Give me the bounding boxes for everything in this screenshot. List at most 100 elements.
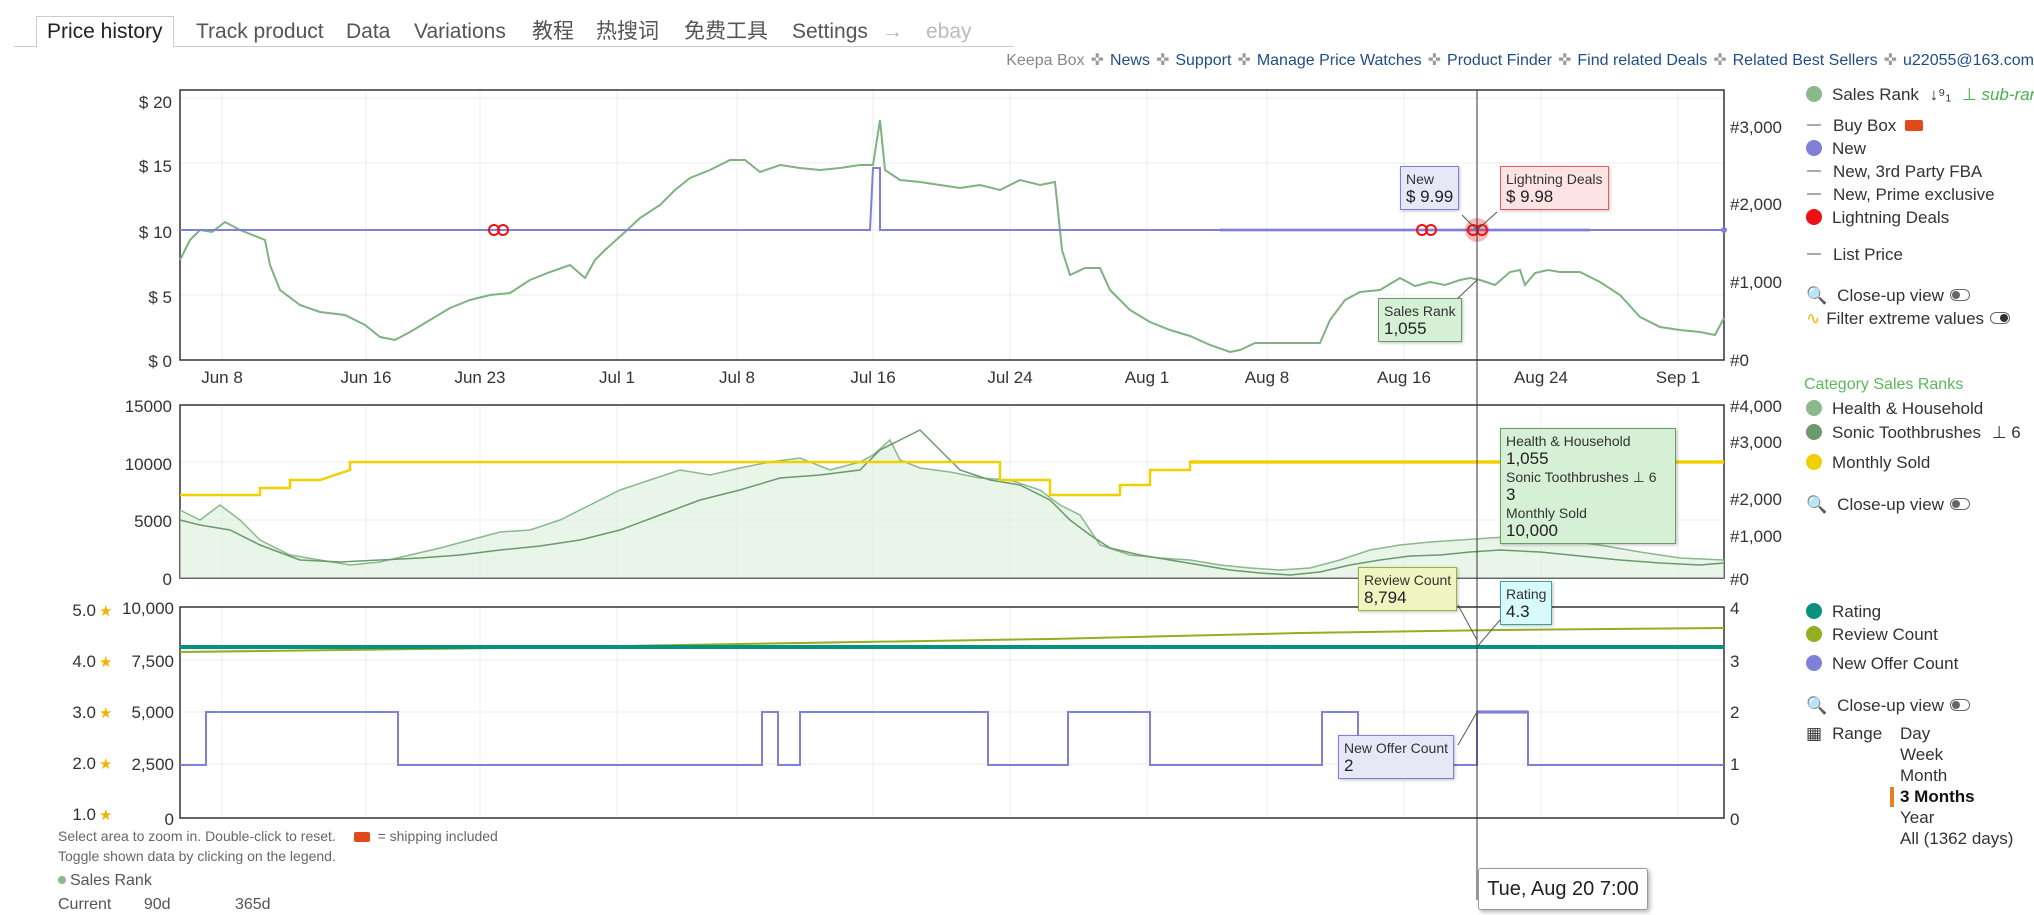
range-month[interactable]: Month xyxy=(1900,766,1947,786)
tooltip-label: Sonic Toothbrushes xyxy=(1506,469,1629,485)
sold-axis-tick: 5000 xyxy=(134,512,172,531)
review-axis-tick: 0 xyxy=(165,810,174,829)
price-panel: $ 20 $ 15 $ 10 $ 5 $ 0 #3,000 #2,000 #1,… xyxy=(139,89,1782,387)
date-axis-label: Jun 23 xyxy=(454,368,505,387)
rating-tooltip: Rating 4.3 xyxy=(1500,581,1553,625)
new-price-marker xyxy=(1721,227,1727,233)
sales-rank-line xyxy=(179,119,1725,354)
cat-rank-axis-tick: #2,000 xyxy=(1730,490,1782,509)
zoom-hint: Select area to zoom in. Double-click to … xyxy=(58,828,498,844)
legend-sales-rank[interactable]: Sales Rank ↓⁹₁ ⊥ sub-ranks xyxy=(1804,85,2034,105)
magnifier-icon: 🔍 xyxy=(1806,286,1828,305)
legend-lightning-deals[interactable]: Lightning Deals xyxy=(1804,208,1949,228)
tooltip-value: 10,000 xyxy=(1506,521,1558,540)
closeup-toggle-2[interactable]: 🔍 Close-up view xyxy=(1804,495,1970,515)
toggle-switch-icon[interactable] xyxy=(1949,498,1970,510)
rating-axis-tick: 2.0 xyxy=(72,754,96,773)
range-selected-marker xyxy=(1890,787,1894,807)
date-axis-label: Aug 1 xyxy=(1125,368,1169,387)
closeup-toggle-3[interactable]: 🔍 Close-up view xyxy=(1804,696,1970,716)
rating-dot-icon xyxy=(1806,603,1822,619)
legend-buy-box[interactable]: Buy Box xyxy=(1804,116,1924,136)
date-axis-label: Jun 8 xyxy=(201,368,243,387)
legend-monthly-sold[interactable]: Monthly Sold xyxy=(1804,453,1930,473)
legend-label: Health & Household xyxy=(1832,399,1984,418)
closeup-toggle-1[interactable]: 🔍 Close-up view xyxy=(1804,286,1970,306)
rating-axis-tick: 1.0 xyxy=(72,805,96,824)
date-axis-label: Aug 16 xyxy=(1377,368,1431,387)
price-axis-tick: $ 5 xyxy=(148,288,172,307)
star-icon: ★ xyxy=(99,654,112,671)
legend-new-offer-count[interactable]: New Offer Count xyxy=(1804,654,1958,674)
legend-new-prime[interactable]: New, Prime exclusive xyxy=(1804,185,1995,205)
date-axis-label: Jul 16 xyxy=(850,368,895,387)
calendar-icon: ▦ xyxy=(1806,724,1823,743)
legend-label: New, 3rd Party FBA xyxy=(1833,162,1983,181)
tooltip-label: New Offer Count xyxy=(1344,740,1449,756)
sitemap-icon: ⊥ xyxy=(1991,423,2007,442)
buy-box-dash-icon xyxy=(1807,124,1821,126)
legend-label: Range xyxy=(1832,724,1883,743)
filter-extreme-toggle[interactable]: ∿ Filter extreme values xyxy=(1804,309,2011,329)
legend-health-household[interactable]: Health & Household xyxy=(1804,399,1983,419)
tooltip-label: New xyxy=(1406,171,1435,187)
summary-365d: 365d xyxy=(234,896,271,913)
cat-rank-axis-tick: #0 xyxy=(1730,570,1749,589)
offer-dot-icon xyxy=(1806,655,1822,671)
date-axis-label: Aug 24 xyxy=(1514,368,1568,387)
date-axis-label: Jul 1 xyxy=(599,368,635,387)
monthly-sold-dot-icon xyxy=(1806,454,1822,470)
sort-icon[interactable]: ↓⁹₁ xyxy=(1930,85,1952,104)
legend-sonic-toothbrushes[interactable]: Sonic Toothbrushes ⊥ 6 xyxy=(1804,423,2021,443)
offer-axis-tick: 4 xyxy=(1730,599,1739,618)
offer-axis-tick: 2 xyxy=(1730,703,1739,722)
legend-rating[interactable]: Rating xyxy=(1804,602,1881,622)
offer-axis-tick: 0 xyxy=(1730,810,1739,829)
filter-wave-icon: ∿ xyxy=(1806,309,1821,328)
sub-ranks-link[interactable]: sub-ranks xyxy=(1981,85,2034,104)
tooltip-label: Review Count xyxy=(1364,572,1452,588)
hover-date-label: Tue, Aug 20 7:00 xyxy=(1478,868,1648,910)
zoom-hint-text: Select area to zoom in. Double-click to … xyxy=(58,828,336,844)
tooltip-value: $ 9.98 xyxy=(1506,187,1554,206)
sitemap-icon: ⊥ xyxy=(1632,469,1645,485)
cat-rank-axis-tick: #4,000 xyxy=(1730,397,1782,416)
new-price-tooltip: New $ 9.99 xyxy=(1400,166,1460,210)
range-day[interactable]: Day xyxy=(1900,724,1930,744)
summary-title: Sales Rank xyxy=(70,872,152,889)
truck-icon xyxy=(1905,120,1924,131)
tooltip-label: Monthly Sold xyxy=(1506,505,1587,521)
legend-review-count[interactable]: Review Count xyxy=(1804,625,1938,645)
toggle-switch-icon[interactable] xyxy=(1949,699,1970,711)
sales-rank-tooltip: Sales Rank 1,055 xyxy=(1378,298,1462,342)
toggle-switch-icon[interactable] xyxy=(1990,312,2011,324)
rank-axis-tick: #0 xyxy=(1730,351,1749,370)
legend-label: New Offer Count xyxy=(1832,654,1959,673)
tooltip-value: 3 xyxy=(1506,485,1516,504)
sold-axis-tick: 0 xyxy=(163,570,172,589)
summary-90d: 90d xyxy=(143,896,171,913)
legend-label: New xyxy=(1832,139,1867,158)
toggle-switch-icon[interactable] xyxy=(1949,289,1970,301)
legend-list-price[interactable]: List Price xyxy=(1804,245,1903,265)
rating-axis-tick: 3.0 xyxy=(72,703,96,722)
range-3-months[interactable]: 3 Months xyxy=(1900,787,1975,807)
price-axis-tick: $ 20 xyxy=(139,93,172,112)
summary-current: Current xyxy=(58,896,112,913)
range-year[interactable]: Year xyxy=(1900,808,1934,828)
review-axis-tick: 7,500 xyxy=(131,652,174,671)
range-week[interactable]: Week xyxy=(1900,745,1943,765)
legend-label: Review Count xyxy=(1832,625,1938,644)
legend-new[interactable]: New xyxy=(1804,139,1866,159)
tooltip-label: Rating xyxy=(1506,586,1547,602)
legend-new-3p-fba[interactable]: New, 3rd Party FBA xyxy=(1804,162,1982,182)
legend-label: Close-up view xyxy=(1837,495,1944,514)
sonic-dot-icon xyxy=(1806,424,1822,440)
legend-label: List Price xyxy=(1833,245,1903,264)
date-axis-label: Jul 8 xyxy=(719,368,755,387)
subcategory-count: 6 xyxy=(2011,423,2021,442)
sold-axis-tick: 10000 xyxy=(125,455,172,474)
health-dot-icon xyxy=(1806,400,1822,416)
review-axis-tick: 2,500 xyxy=(131,755,174,774)
range-all[interactable]: All (1362 days) xyxy=(1900,829,2013,849)
